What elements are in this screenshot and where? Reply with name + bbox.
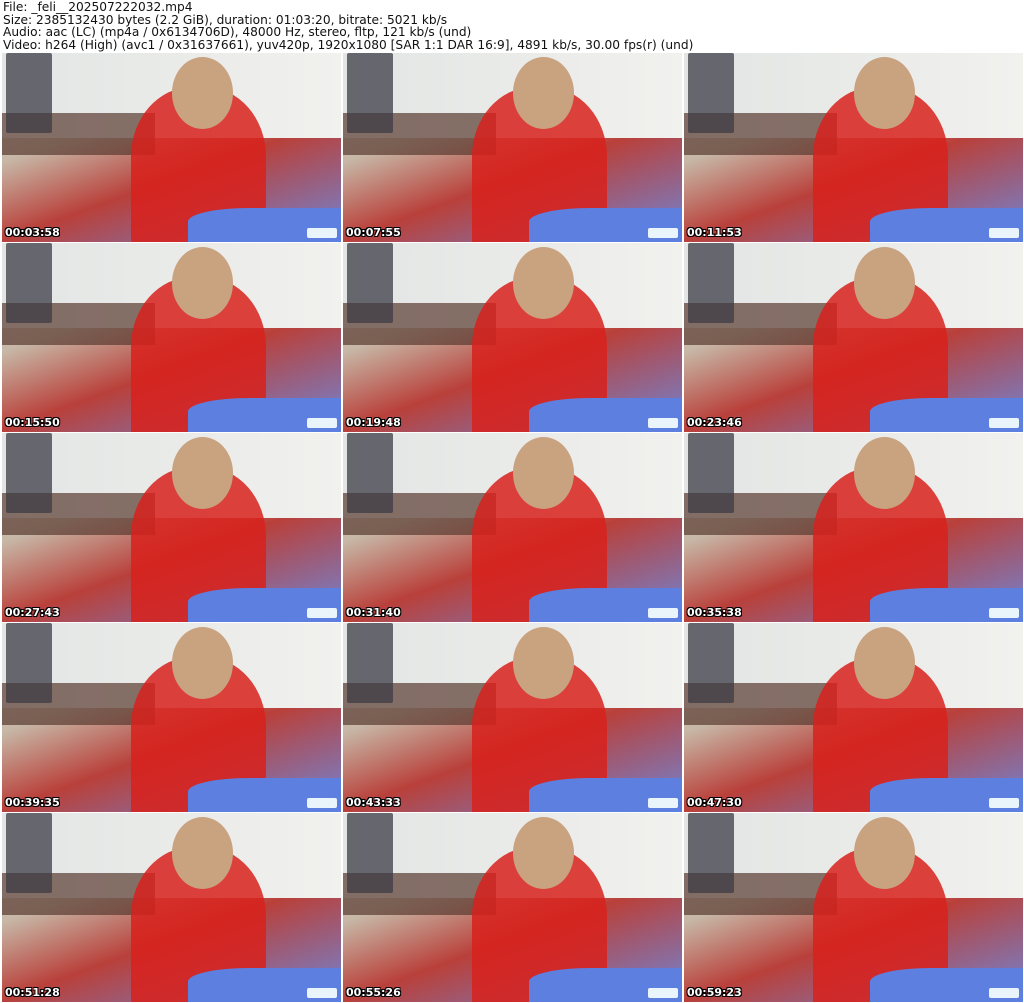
subject-head bbox=[171, 56, 233, 129]
timestamp: 00:19:48 bbox=[346, 416, 401, 429]
timestamp: 00:59:23 bbox=[687, 986, 742, 999]
video-thumbnail: 00:03:58 bbox=[2, 53, 341, 242]
file-info-header: File: _feli__202507222032.mp4 Size: 23851… bbox=[3, 1, 693, 51]
subject-head bbox=[512, 436, 574, 509]
watermark-badge bbox=[989, 608, 1019, 618]
video-thumbnail: 00:55:26 bbox=[343, 813, 682, 1002]
subject-head bbox=[171, 816, 233, 889]
subject-head bbox=[853, 816, 915, 889]
video-thumbnail: 00:39:35 bbox=[2, 623, 341, 812]
timestamp: 00:43:33 bbox=[346, 796, 401, 809]
overlay-panel bbox=[347, 243, 393, 323]
timestamp: 00:07:55 bbox=[346, 226, 401, 239]
timestamp: 00:55:26 bbox=[346, 986, 401, 999]
video-thumbnail: 00:59:23 bbox=[684, 813, 1023, 1002]
video-thumbnail: 00:19:48 bbox=[343, 243, 682, 432]
subject-head bbox=[853, 56, 915, 129]
watermark-badge bbox=[648, 988, 678, 998]
video-line: Video: h264 (High) (avc1 / 0x31637661), … bbox=[3, 37, 694, 52]
video-thumbnail: 00:31:40 bbox=[343, 433, 682, 622]
timestamp: 00:31:40 bbox=[346, 606, 401, 619]
timestamp: 00:15:50 bbox=[5, 416, 60, 429]
subject-head bbox=[171, 436, 233, 509]
timestamp: 00:27:43 bbox=[5, 606, 60, 619]
video-thumbnail: 00:51:28 bbox=[2, 813, 341, 1002]
watermark-badge bbox=[648, 608, 678, 618]
timestamp: 00:47:30 bbox=[687, 796, 742, 809]
thumbnail-grid: 00:03:58 00:07:55 00:11:53 00:15:50 00:19:48… bbox=[2, 53, 1023, 1002]
overlay-panel bbox=[6, 243, 52, 323]
video-thumbnail: 00:23:46 bbox=[684, 243, 1023, 432]
audio-line: Audio: aac (LC) (mp4a / 0x6134706D), 480… bbox=[3, 25, 472, 40]
overlay-panel bbox=[688, 623, 734, 703]
subject-head bbox=[171, 246, 233, 319]
watermark-badge bbox=[648, 798, 678, 808]
file-name-line: File: _feli__202507222032.mp4 bbox=[3, 0, 193, 14]
video-thumbnail: 00:47:30 bbox=[684, 623, 1023, 812]
overlay-panel bbox=[347, 623, 393, 703]
subject-head bbox=[853, 626, 915, 699]
timestamp: 00:51:28 bbox=[5, 986, 60, 999]
timestamp: 00:35:38 bbox=[687, 606, 742, 619]
video-thumbnail: 00:11:53 bbox=[684, 53, 1023, 242]
timestamp: 00:39:35 bbox=[5, 796, 60, 809]
video-thumbnail: 00:07:55 bbox=[343, 53, 682, 242]
video-thumbnail: 00:15:50 bbox=[2, 243, 341, 432]
overlay-panel bbox=[6, 433, 52, 513]
watermark-badge bbox=[307, 418, 337, 428]
subject-head bbox=[171, 626, 233, 699]
watermark-badge bbox=[989, 418, 1019, 428]
watermark-badge bbox=[307, 228, 337, 238]
timestamp: 00:11:53 bbox=[687, 226, 742, 239]
overlay-panel bbox=[6, 53, 52, 133]
video-thumbnail: 00:35:38 bbox=[684, 433, 1023, 622]
video-thumbnail: 00:27:43 bbox=[2, 433, 341, 622]
subject-head bbox=[512, 626, 574, 699]
overlay-panel bbox=[688, 53, 734, 133]
overlay-panel bbox=[6, 813, 52, 893]
subject-head bbox=[512, 816, 574, 889]
overlay-panel bbox=[347, 813, 393, 893]
subject-head bbox=[853, 246, 915, 319]
watermark-badge bbox=[307, 608, 337, 618]
watermark-badge bbox=[307, 798, 337, 808]
subject-head bbox=[512, 246, 574, 319]
overlay-panel bbox=[347, 53, 393, 133]
timestamp: 00:23:46 bbox=[687, 416, 742, 429]
overlay-panel bbox=[6, 623, 52, 703]
overlay-panel bbox=[688, 433, 734, 513]
overlay-panel bbox=[688, 813, 734, 893]
watermark-badge bbox=[648, 418, 678, 428]
watermark-badge bbox=[307, 988, 337, 998]
watermark-badge bbox=[648, 228, 678, 238]
subject-head bbox=[512, 56, 574, 129]
watermark-badge bbox=[989, 798, 1019, 808]
timestamp: 00:03:58 bbox=[5, 226, 60, 239]
watermark-badge bbox=[989, 228, 1019, 238]
overlay-panel bbox=[347, 433, 393, 513]
video-thumbnail: 00:43:33 bbox=[343, 623, 682, 812]
overlay-panel bbox=[688, 243, 734, 323]
watermark-badge bbox=[989, 988, 1019, 998]
subject-head bbox=[853, 436, 915, 509]
